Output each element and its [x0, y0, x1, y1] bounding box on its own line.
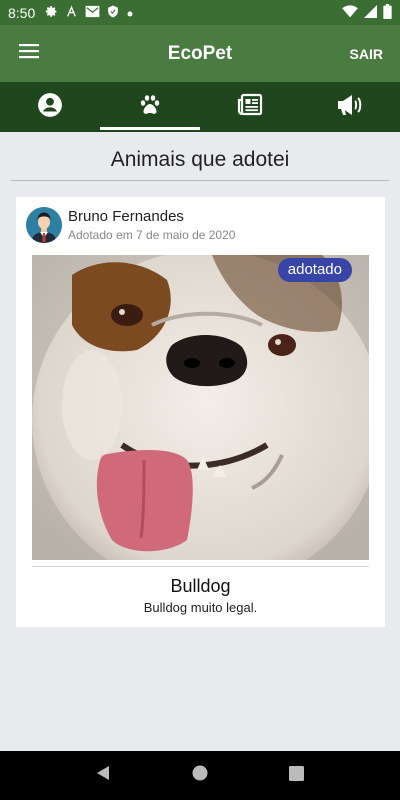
adopted-badge: adotado [277, 258, 352, 282]
wifi-icon [342, 4, 358, 21]
user-name: Bruno Fernandes [68, 208, 184, 225]
megaphone-icon [336, 93, 364, 122]
app-title: EcoPet [167, 42, 233, 64]
menu-icon [19, 43, 39, 64]
back-icon [95, 765, 111, 786]
status-time: 8:50 [8, 4, 36, 21]
tab-profile[interactable] [0, 82, 100, 132]
shield-icon [107, 5, 119, 21]
tab-pets[interactable] [100, 82, 200, 132]
paw-icon [138, 93, 162, 122]
app-bar: EcoPet SAIR [0, 25, 400, 82]
pet-name: Bulldog [170, 576, 231, 596]
recents-button[interactable] [282, 761, 312, 791]
tab-bar [0, 82, 400, 132]
status-bar: 8:50 [0, 0, 400, 25]
recents-icon [289, 765, 305, 786]
tab-news[interactable] [200, 82, 300, 132]
dot-icon [126, 5, 134, 21]
logout-button[interactable]: SAIR [350, 46, 383, 62]
page-title: Animais que adotei [110, 148, 290, 171]
card-header: Bruno Fernandes Adotado em 7 de maio de … [26, 207, 235, 243]
back-button[interactable] [88, 761, 118, 791]
pet-description: Bulldog muito legal. [143, 600, 258, 615]
gear-icon [45, 5, 58, 21]
menu-button[interactable] [0, 25, 58, 82]
home-button[interactable] [185, 761, 215, 791]
heading-divider [11, 180, 389, 181]
avatar [26, 207, 62, 243]
system-nav-bar [0, 751, 400, 800]
card-divider [32, 566, 369, 567]
pet-photo[interactable] [32, 255, 369, 560]
battery-icon [383, 3, 392, 22]
signal-icon [364, 4, 377, 21]
newspaper-icon [237, 93, 263, 122]
tab-announcements[interactable] [300, 82, 400, 132]
adopted-pet-card[interactable]: Bruno Fernandes Adotado em 7 de maio de … [16, 197, 385, 627]
adoption-date: Adotado em 7 de maio de 2020 [68, 228, 236, 242]
android-studio-icon [65, 4, 78, 21]
home-icon [192, 765, 208, 786]
mail-icon [85, 5, 100, 21]
account-icon [37, 92, 63, 123]
